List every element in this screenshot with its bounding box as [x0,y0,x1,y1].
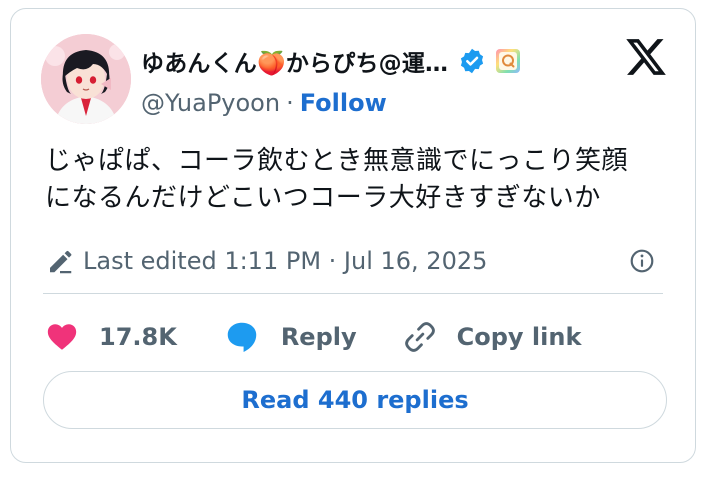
reply-bubble-icon [227,322,257,353]
edited-timestamp-row: Last edited 1:11 PM · Jul 16, 2025 [45,243,661,279]
separator-dot: · [286,89,294,117]
author-handle-row: @YuaPyoon · Follow [141,85,387,121]
tweet-card: ゆあんくん🍑からぴち@運… @YuaPyoon · Follow じゃぱぱ、コー… [10,8,696,463]
avatar[interactable] [41,34,131,124]
info-icon[interactable] [629,248,655,274]
edited-timestamp[interactable]: Last edited 1:11 PM · Jul 16, 2025 [83,247,487,275]
author-name-row: ゆあんくん🍑からぴち@運… [141,41,522,81]
reply-label: Reply [280,323,357,351]
avatar-image [41,34,131,124]
read-replies-button[interactable]: Read 440 replies [43,371,667,429]
author-handle[interactable]: @YuaPyoon [141,89,280,117]
tweet-text: じゃぱぱ、コーラ飲むとき無意識でにっこり笑顔 になるんだけどこいつコーラ大好きす… [45,143,675,217]
like-button[interactable]: 17.8K [45,320,177,354]
tweet-text-line: になるんだけどこいつコーラ大好きすぎないか [45,183,601,213]
copy-link-button[interactable]: Copy link [403,320,582,354]
heart-icon [47,324,77,350]
verified-badge-icon [461,48,484,74]
copy-link-label: Copy link [456,323,582,351]
affiliation-badge-icon [496,49,521,73]
follow-button[interactable]: Follow [300,89,387,117]
author-display-name[interactable]: ゆあんくん🍑からぴち@運… [141,44,448,78]
link-icon [404,322,435,352]
edit-pencil-icon [50,250,72,274]
tweet-text-line: じゃぱぱ、コーラ飲むとき無意識でにっこり笑顔 [45,146,629,176]
x-logo-icon[interactable] [624,35,668,79]
action-bar: 17.8K Reply Copy link [45,313,627,361]
like-count: 17.8K [99,323,177,351]
divider [43,293,663,294]
reply-button[interactable]: Reply [223,318,357,356]
